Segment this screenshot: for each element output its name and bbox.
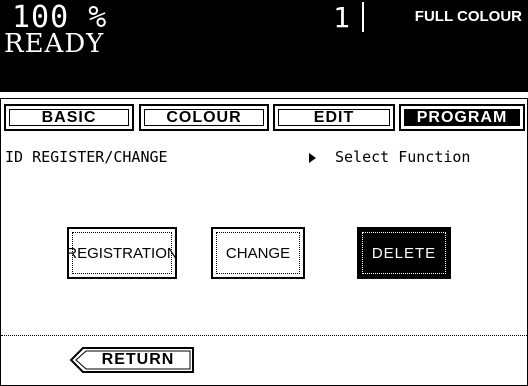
divider <box>1 335 527 336</box>
change-button-label: CHANGE <box>216 232 300 274</box>
return-button-label: RETURN <box>101 351 175 368</box>
tab-edit-label: EDIT <box>278 109 390 126</box>
registration-button[interactable]: REGISTRATION <box>66 227 178 279</box>
return-button[interactable]: RETURN <box>69 347 195 373</box>
tab-edit[interactable]: EDIT <box>273 104 395 131</box>
colour-mode-label: FULL COLOUR <box>414 8 522 25</box>
tab-basic-label: BASIC <box>9 109 129 126</box>
tab-colour-label: COLOUR <box>144 109 264 126</box>
delete-button-label: DELETE <box>362 232 446 274</box>
registration-button-label: REGISTRATION <box>66 232 178 274</box>
copies-count: 1 <box>333 1 350 34</box>
copies-box: 1 <box>292 1 364 34</box>
right-arrow-icon <box>309 153 316 163</box>
delete-button[interactable]: DELETE <box>357 227 451 279</box>
breadcrumb: ID REGISTER/CHANGE <box>5 148 168 166</box>
tab-program[interactable]: PROGRAM <box>399 104 525 131</box>
main-panel: BASIC COLOUR EDIT PROGRAM ID REGISTER/CH… <box>0 98 528 386</box>
status-bar: 100 % 1 FULL COLOUR READY <box>0 0 528 92</box>
instruction-text: Select Function <box>335 148 471 166</box>
change-button[interactable]: CHANGE <box>211 227 305 279</box>
tab-colour[interactable]: COLOUR <box>139 104 269 131</box>
tab-program-label: PROGRAM <box>404 109 520 126</box>
machine-state: READY <box>4 29 105 59</box>
tab-basic[interactable]: BASIC <box>4 104 134 131</box>
